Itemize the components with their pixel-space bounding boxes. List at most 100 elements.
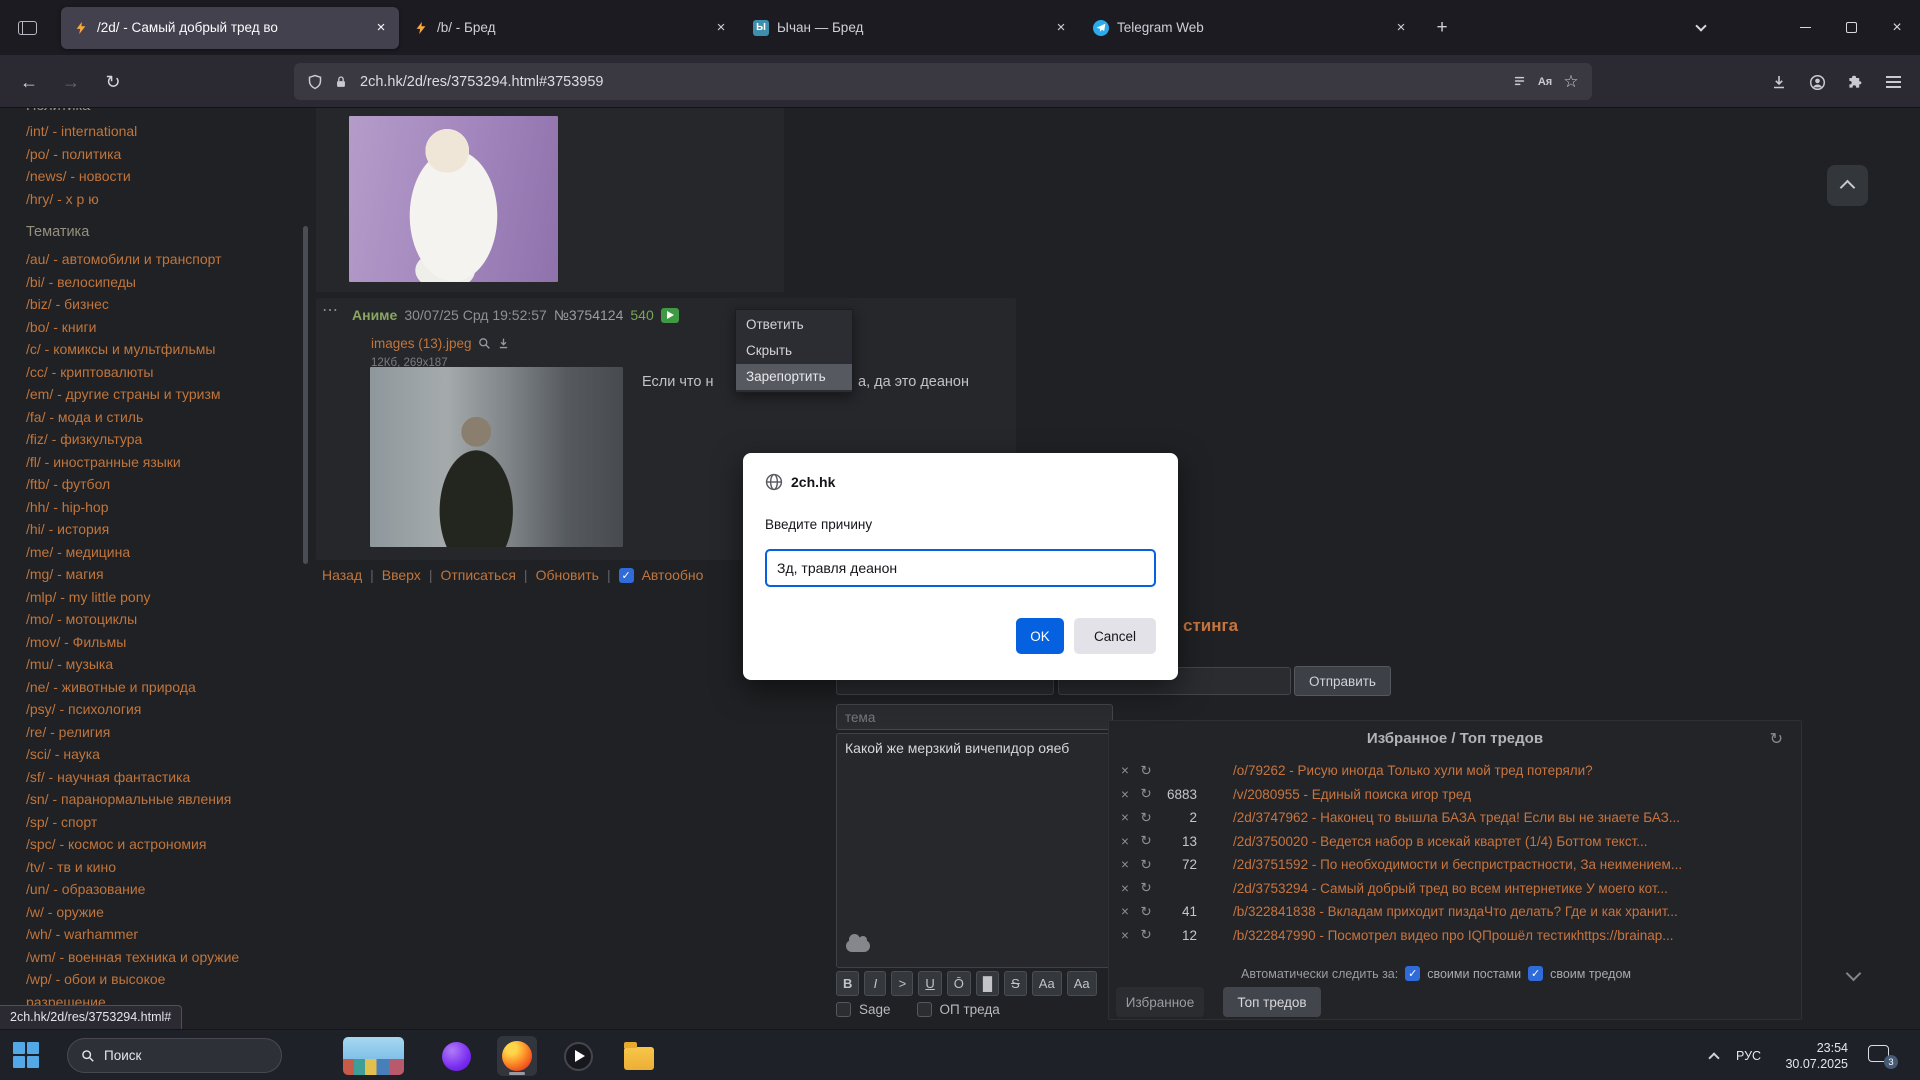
magnifier-icon[interactable] [478, 337, 491, 350]
taskbar-app-explorer[interactable] [619, 1036, 659, 1076]
remove-thread-icon[interactable]: × [1115, 857, 1135, 872]
taskbar-app-player[interactable] [558, 1036, 598, 1076]
close-window-button[interactable]: × [1874, 0, 1920, 55]
sidebar-board-link[interactable]: /mo/ - мотоциклы [26, 608, 300, 631]
sidebar-board-link[interactable]: /wh/ - warhammer [26, 923, 300, 946]
sidebar-board-link[interactable]: /me/ - медицина [26, 541, 300, 564]
refresh-thread-icon[interactable]: ↻ [1135, 833, 1157, 849]
sidebar-board-link[interactable]: /ne/ - животные и природа [26, 676, 300, 699]
format-button[interactable]: U [918, 971, 941, 996]
sidebar-board-link[interactable]: /c/ - комиксы и мультфильмы [26, 338, 300, 361]
account-icon[interactable] [1798, 64, 1836, 100]
download-file-icon[interactable] [497, 337, 510, 350]
translate-icon[interactable]: Aя [1532, 69, 1558, 95]
thread-link[interactable]: /2d/3747962 - Наконец то вышла БАЗА тред… [1233, 810, 1793, 825]
sidebar-board-link[interactable]: /cc/ - криптовалюты [26, 361, 300, 384]
scroll-to-top-button[interactable] [1827, 165, 1868, 206]
downloads-icon[interactable] [1760, 64, 1798, 100]
sidebar-board-link[interactable]: /hi/ - история [26, 518, 300, 541]
post-options-icon[interactable]: ⋯ [322, 300, 338, 320]
context-menu-item-report[interactable]: Зарепортить [736, 364, 852, 390]
remove-thread-icon[interactable]: × [1115, 881, 1135, 896]
back-button[interactable]: ← [12, 65, 46, 99]
tab-2d-thread[interactable]: /2d/ - Самый добрый тред во × [61, 7, 399, 49]
sidebar-board-link[interactable]: /mg/ - магия [26, 563, 300, 586]
sidebar-board-link[interactable]: /sf/ - научная фантастика [26, 766, 300, 789]
refresh-thread-icon[interactable]: ↻ [1135, 904, 1157, 920]
maximize-button[interactable] [1828, 0, 1874, 55]
taskbar-clock[interactable]: 23:54 30.07.2025 [1776, 1030, 1848, 1080]
close-icon[interactable]: × [1049, 16, 1073, 40]
sidebar-board-link[interactable]: /mu/ - музыка [26, 653, 300, 676]
anime-image-thumbnail[interactable] [349, 116, 558, 282]
close-icon[interactable]: × [1389, 16, 1413, 40]
menu-icon[interactable] [1874, 64, 1912, 100]
reason-input[interactable] [765, 549, 1156, 587]
sidebar-board-link[interactable]: /au/ - автомобили и транспорт [26, 248, 300, 271]
follow-thread-checkbox[interactable]: ✓ [1528, 966, 1543, 981]
thread-link[interactable]: /2d/3753294 - Самый добрый тред во всем … [1233, 881, 1793, 896]
post-count[interactable]: 540 [630, 307, 653, 323]
cancel-button[interactable]: Cancel [1074, 618, 1156, 654]
minimize-button[interactable] [1782, 0, 1828, 55]
format-button[interactable]: Aa [1032, 971, 1062, 996]
play-icon[interactable] [661, 308, 679, 323]
refresh-thread-icon[interactable]: ↻ [1135, 810, 1157, 826]
nav-up-link[interactable]: Вверх [382, 567, 421, 583]
taskbar-app-firefox[interactable] [497, 1036, 537, 1076]
nav-back-link[interactable]: Назад [322, 567, 362, 583]
extensions-icon[interactable] [1836, 64, 1874, 100]
url-bar[interactable]: 2ch.hk/2d/res/3753294.html#3753959 Aя ☆ [294, 63, 1592, 100]
refresh-thread-icon[interactable]: ↻ [1135, 927, 1157, 943]
list-all-tabs-button[interactable] [1678, 0, 1724, 55]
reader-view-icon[interactable] [1506, 69, 1532, 95]
sidebar-board-link[interactable]: /re/ - религия [26, 721, 300, 744]
sidebar-board-link[interactable]: /po/ - политика [26, 143, 300, 166]
nav-unsubscribe-link[interactable]: Отписаться [440, 567, 515, 583]
sidebar-board-link[interactable]: /w/ - оружие [26, 901, 300, 924]
sidebar-board-link[interactable]: /ftb/ - футбол [26, 473, 300, 496]
tray-expand-chevron[interactable] [1700, 1030, 1728, 1080]
context-menu-item-reply[interactable]: Ответить [736, 312, 852, 338]
format-button[interactable]: B [836, 971, 859, 996]
remove-thread-icon[interactable]: × [1115, 810, 1135, 825]
refresh-thread-icon[interactable]: ↻ [1135, 857, 1157, 873]
sidebar-board-link[interactable]: /fl/ - иностранные языки [26, 451, 300, 474]
format-button[interactable]: Ō [947, 971, 971, 996]
top-threads-tab-button[interactable]: Топ тредов [1223, 987, 1321, 1017]
subject-field[interactable] [836, 704, 1113, 730]
sidebar-board-link[interactable]: /mov/ - Фильмы [26, 631, 300, 654]
firefox-view-button[interactable] [10, 11, 44, 45]
refresh-thread-icon[interactable]: ↻ [1135, 786, 1157, 802]
format-button[interactable]: S [1004, 971, 1027, 996]
sidebar-board-link[interactable]: /sn/ - паранормальные явления [26, 788, 300, 811]
sidebar-board-link[interactable]: /biz/ - бизнес [26, 293, 300, 316]
thread-link[interactable]: /b/322841838 - Вкладам приходит пиздаЧто… [1233, 904, 1793, 919]
sidebar-board-link[interactable]: /sci/ - наука [26, 743, 300, 766]
format-button[interactable]: I [864, 971, 886, 996]
close-icon[interactable]: × [709, 16, 733, 40]
file-name-link[interactable]: images (13).jpeg [371, 336, 472, 351]
sidebar-scrollbar[interactable] [303, 226, 308, 564]
sidebar-board-link[interactable]: /wm/ - военная техника и оружие [26, 946, 300, 969]
remove-thread-icon[interactable]: × [1115, 763, 1135, 778]
remove-thread-icon[interactable]: × [1115, 928, 1135, 943]
sidebar-board-link[interactable]: /bo/ - книги [26, 316, 300, 339]
shield-icon[interactable] [302, 69, 328, 95]
taskbar-widget-thumbnail[interactable] [343, 1037, 404, 1075]
sidebar-board-link[interactable]: /psy/ - психология [26, 698, 300, 721]
language-indicator[interactable]: РУС [1736, 1030, 1761, 1080]
refresh-thread-icon[interactable]: ↻ [1135, 880, 1157, 896]
post-number-link[interactable]: №3754124 [554, 307, 624, 323]
thread-link[interactable]: /2d/3750020 - Ведется набор в исекай ква… [1233, 834, 1793, 849]
context-menu-item-hide[interactable]: Скрыть [736, 338, 852, 364]
sidebar-board-link[interactable]: /bi/ - велосипеды [26, 271, 300, 294]
tab-ychan[interactable]: Ы Ычан — Бред × [741, 7, 1079, 49]
photo-thumbnail[interactable] [370, 367, 623, 547]
thread-link[interactable]: /2d/3751592 - По необходимости и бесприс… [1233, 857, 1793, 872]
format-button[interactable]: > [891, 971, 913, 996]
sidebar-board-link[interactable]: /un/ - образование [26, 878, 300, 901]
sidebar-board-link[interactable]: /hry/ - х р ю [26, 188, 216, 211]
thread-link[interactable]: /v/2080955 - Единый поиска игор тред [1233, 787, 1793, 802]
comment-textarea[interactable]: Какой же мерзкий вичепидор ояеб [836, 733, 1113, 968]
